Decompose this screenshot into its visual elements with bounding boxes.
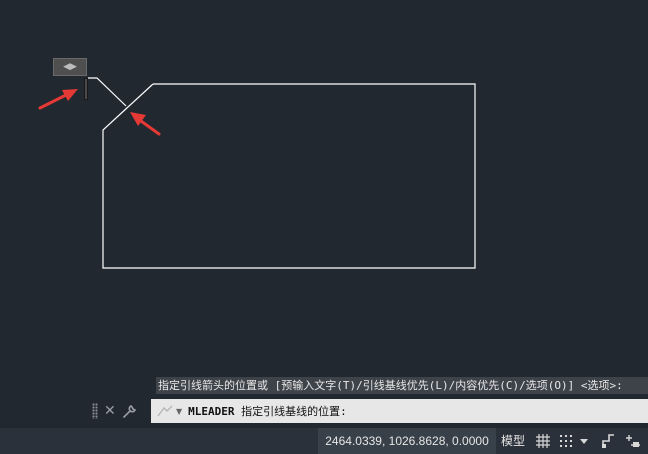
status-bar: 2464.0339, 1026.8628, 0.0000 模型 (0, 428, 648, 454)
grid-icon[interactable] (535, 433, 551, 449)
command-history-text: 指定引线箭头的位置或 [预输入文字(T)/引线基线优先(L)/内容优先(C)/选… (158, 379, 623, 392)
leader-control-arrows-icon: ◀▶ (63, 62, 77, 72)
dropdown-icon[interactable] (578, 433, 590, 449)
autocad-window: ◀▶ 指定引线箭头的位置或 [预输入文字(T)/引线基线优先(L)/内容优先(C… (0, 0, 648, 454)
command-prompt-text: MLEADER 指定引线基线的位置: (188, 403, 347, 419)
leader-control-box[interactable]: ◀▶ (53, 58, 87, 76)
wrench-icon[interactable] (122, 403, 138, 419)
command-history: 指定引线箭头的位置或 [预输入文字(T)/引线基线优先(L)/内容优先(C)/选… (156, 377, 648, 394)
command-name: MLEADER (188, 405, 235, 418)
annotation-arrow-left (38, 89, 78, 110)
drag-handle-icon[interactable] (92, 403, 98, 419)
command-input[interactable]: ▼ MLEADER 指定引线基线的位置: (151, 399, 648, 423)
chevron-down-icon[interactable]: ▼ (176, 407, 182, 416)
close-icon[interactable]: ✕ (104, 404, 116, 418)
ortho-icon[interactable] (600, 433, 616, 449)
annotation-arrow-right (130, 112, 161, 136)
polar-icon[interactable] (625, 433, 641, 449)
leader-line[interactable] (88, 77, 127, 107)
command-line-controls: ✕ (92, 397, 138, 425)
snap-icon[interactable] (558, 433, 574, 449)
model-space-button[interactable]: 模型 (498, 428, 528, 454)
leader-grip[interactable] (84, 78, 88, 100)
chamfered-rectangle[interactable] (102, 83, 476, 269)
command-prompt: 指定引线基线的位置: (241, 405, 347, 418)
coordinate-readout[interactable]: 2464.0339, 1026.8628, 0.0000 (318, 428, 496, 454)
command-line-bar: ✕ ▼ MLEADER 指定引线基线的位置: (0, 397, 648, 425)
command-prompt-icon[interactable] (155, 403, 175, 419)
